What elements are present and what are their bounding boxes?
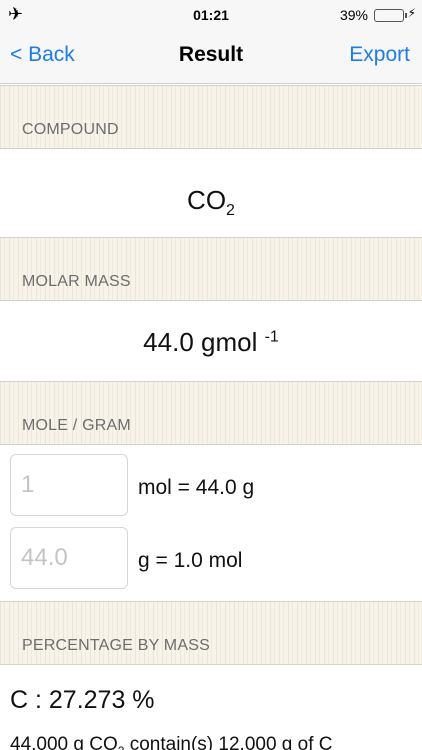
compound-section-header: COMPOUND	[0, 85, 422, 149]
molar-mass-value: 44.0 gmol -1	[0, 301, 422, 358]
gram-input[interactable]	[11, 528, 127, 588]
element-percentage: C : 27.273 %	[10, 686, 155, 714]
compound-formula: CO2	[0, 149, 422, 220]
mole-gram-header-label: MOLE / GRAM	[22, 417, 131, 434]
mol-input-box[interactable]	[10, 454, 128, 516]
charging-icon: ⚡	[407, 6, 416, 20]
compound-formula-subscript: 2	[226, 202, 235, 220]
mass-detail-prefix: 44.000 g CO	[10, 734, 118, 750]
percentage-section-header: PERCENTAGE BY MASS	[0, 601, 422, 665]
compound-row: CO2	[0, 149, 422, 237]
mol-conversion-result: mol = 44.0 g	[138, 476, 255, 499]
compound-formula-main: CO	[187, 185, 227, 215]
percentage-header-label: PERCENTAGE BY MASS	[22, 637, 210, 654]
export-button[interactable]: Export	[349, 43, 410, 67]
molar-mass-row: 44.0 gmol -1	[0, 301, 422, 381]
mass-detail-sentence: 44.000 g CO2 contain(s) 12.000 g of C	[10, 734, 333, 750]
mole-gram-section-header: MOLE / GRAM	[0, 381, 422, 445]
gram-input-box[interactable]	[10, 527, 128, 589]
status-bar: ✈ 01:21 39% ⚡	[0, 0, 422, 30]
mass-detail-suffix: contain(s) 12.000 g of C	[124, 734, 333, 750]
mole-gram-row: mol = 44.0 g g = 1.0 mol	[0, 445, 422, 601]
battery-percent: 39%	[339, 7, 368, 23]
molar-mass-number: 44.0 gmol	[143, 327, 258, 357]
molar-mass-exponent: -1	[264, 328, 279, 346]
mol-input[interactable]	[11, 455, 127, 515]
molar-mass-header-label: MOLAR MASS	[22, 273, 131, 290]
gram-conversion-result: g = 1.0 mol	[138, 549, 243, 572]
navigation-bar: < Back Result Export	[0, 30, 422, 84]
compound-header-label: COMPOUND	[22, 121, 119, 138]
battery-icon	[374, 9, 407, 22]
molar-mass-section-header: MOLAR MASS	[0, 237, 422, 301]
